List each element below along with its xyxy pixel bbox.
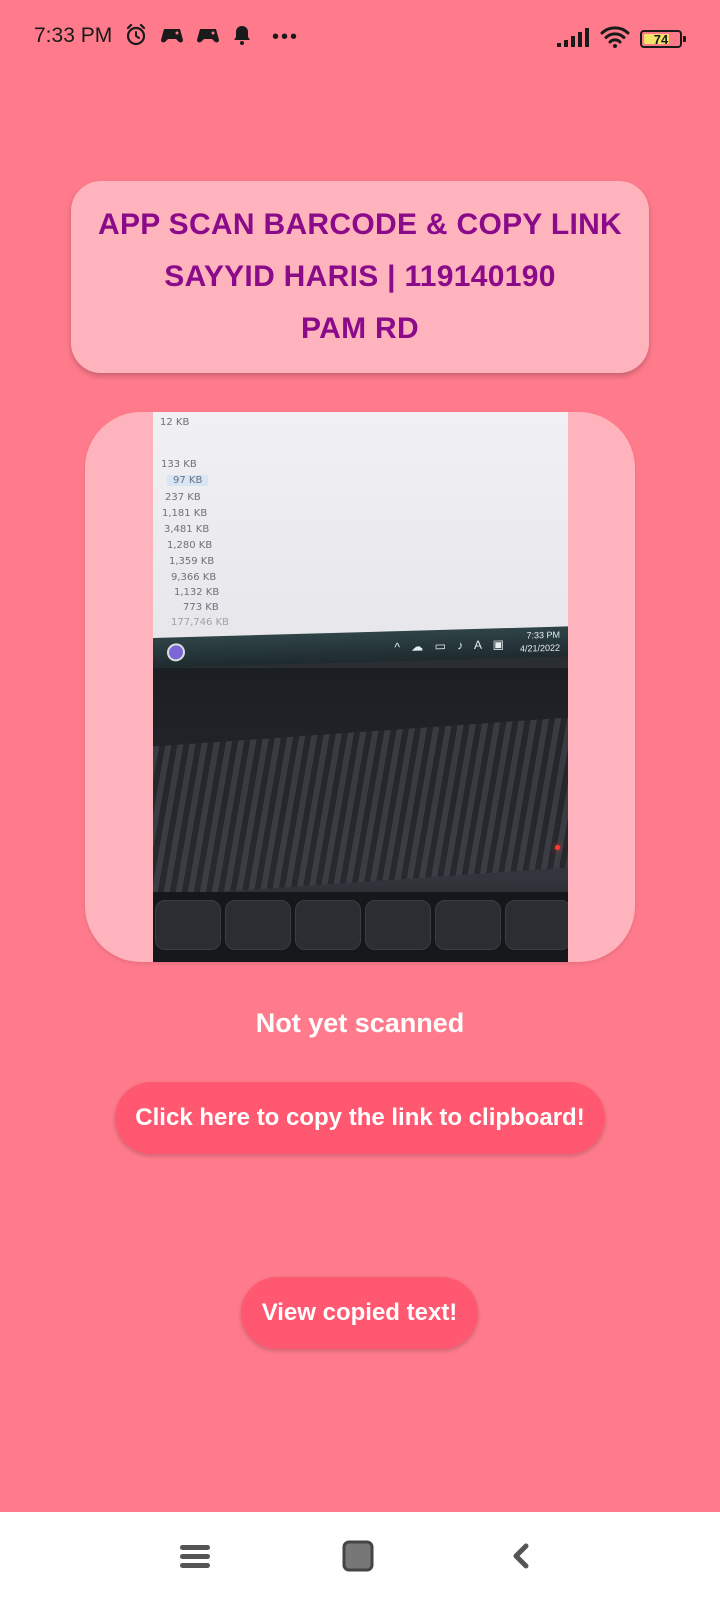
back-chevron-icon[interactable] bbox=[499, 1534, 543, 1578]
scanner-card: 12 KB 133 KB 97 KB 237 KB 1,181 KB 3,481… bbox=[85, 412, 635, 962]
alarm-icon bbox=[124, 23, 148, 52]
file-size-label: 12 KB bbox=[160, 417, 190, 428]
taskbar-tray: ^ ☁ ▭ ♪ A ▣ bbox=[394, 637, 508, 655]
taskbar-app-icon bbox=[167, 643, 185, 662]
signal-icon bbox=[556, 26, 590, 53]
keyboard-key bbox=[435, 900, 501, 950]
camera-laptop-vent bbox=[153, 717, 568, 897]
keyboard-key bbox=[365, 900, 431, 950]
keyboard-key bbox=[155, 900, 221, 950]
keyboard-key bbox=[225, 900, 291, 950]
file-size-label: 1,280 KB bbox=[167, 540, 213, 551]
home-square-icon[interactable] bbox=[336, 1534, 380, 1578]
file-size-label: 177,746 KB bbox=[171, 617, 229, 628]
file-size-label: 1,132 KB bbox=[174, 587, 220, 598]
camera-monitor-screen: 12 KB 133 KB 97 KB 237 KB 1,181 KB 3,481… bbox=[153, 412, 568, 652]
course-line: PAM RD bbox=[301, 312, 419, 345]
game-controller-icon bbox=[160, 25, 184, 50]
header-card: APP SCAN BARCODE & COPY LINK SAYYID HARI… bbox=[71, 181, 649, 373]
battery-icon: 74 bbox=[640, 30, 686, 48]
game-controller-icon bbox=[196, 25, 220, 50]
taskbar-date: 4/21/2022 bbox=[519, 642, 560, 654]
file-size-label: 3,481 KB bbox=[164, 524, 210, 535]
taskbar-time: 7:33 PM bbox=[526, 629, 560, 641]
status-time: 7:33 PM bbox=[34, 24, 113, 47]
file-size-label: 237 KB bbox=[165, 492, 201, 503]
file-size-label: 1,359 KB bbox=[169, 556, 215, 567]
file-size-label: 773 KB bbox=[183, 602, 219, 613]
file-size-label: 97 KB bbox=[167, 475, 209, 486]
bell-icon bbox=[232, 24, 252, 51]
keyboard-key bbox=[505, 900, 568, 950]
battery-cap bbox=[683, 36, 686, 42]
file-size-label: 9,366 KB bbox=[171, 572, 217, 583]
camera-keyboard bbox=[153, 892, 568, 962]
scan-status-text: Not yet scanned bbox=[255, 1008, 465, 1038]
tray-letter: A bbox=[473, 637, 486, 653]
file-size-label: 1,181 KB bbox=[162, 508, 208, 519]
camera-laptop-led bbox=[555, 845, 560, 850]
battery-level: 74 bbox=[653, 31, 669, 47]
more-dots-icon: ••• bbox=[272, 26, 300, 48]
navigation-bar bbox=[0, 1512, 720, 1600]
taskbar-clock: 7:33 PM 4/21/2022 bbox=[520, 629, 560, 656]
author-line: SAYYID HARIS | 119140190 bbox=[164, 260, 556, 293]
menu-icon[interactable] bbox=[173, 1534, 217, 1578]
view-copied-text-button[interactable]: View copied text! bbox=[241, 1277, 478, 1349]
keyboard-key bbox=[295, 900, 361, 950]
file-size-label: 133 KB bbox=[161, 459, 197, 470]
wifi-icon bbox=[600, 25, 630, 54]
copy-link-button[interactable]: Click here to copy the link to clipboard… bbox=[115, 1082, 605, 1154]
status-right-icons: 74 bbox=[556, 24, 686, 54]
status-bar: 7:33 PM ••• 74 bbox=[0, 0, 720, 76]
status-left-icons: ••• bbox=[124, 22, 299, 52]
camera-preview[interactable]: 12 KB 133 KB 97 KB 237 KB 1,181 KB 3,481… bbox=[153, 412, 568, 962]
app-title: APP SCAN BARCODE & COPY LINK bbox=[97, 208, 623, 241]
